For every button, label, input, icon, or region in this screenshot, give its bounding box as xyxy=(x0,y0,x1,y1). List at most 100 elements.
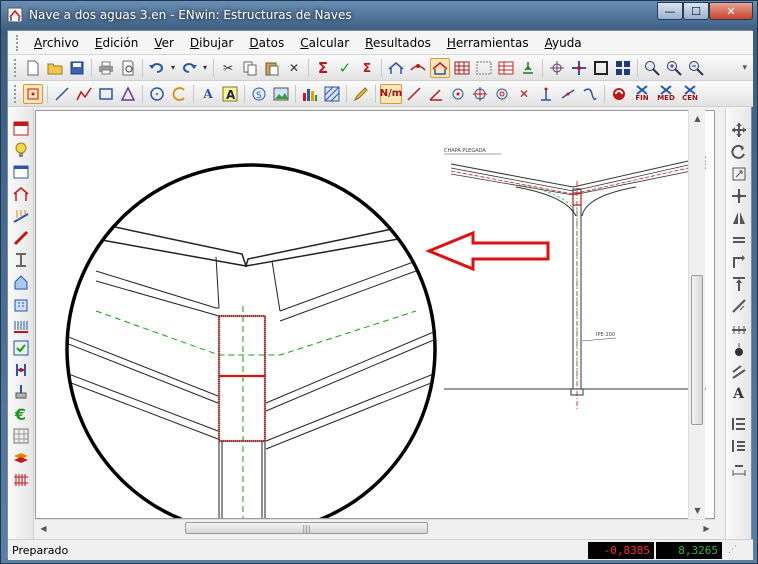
menu-calcular[interactable]: Calcular xyxy=(292,36,357,50)
zoom-icon[interactable] xyxy=(642,58,662,78)
delete-icon[interactable]: ✕ xyxy=(284,58,304,78)
list-icon[interactable] xyxy=(729,414,749,434)
snap-perpendicular-icon[interactable] xyxy=(536,84,556,104)
building-icon[interactable] xyxy=(11,294,31,314)
trim-icon[interactable] xyxy=(729,296,749,316)
menu-ayuda[interactable]: Ayuda xyxy=(537,36,590,50)
snap-center-button[interactable]: CEN xyxy=(679,84,701,104)
lightbulb-icon[interactable] xyxy=(11,140,31,160)
cut-icon[interactable]: ✂ xyxy=(218,58,238,78)
polyline-icon[interactable] xyxy=(74,84,94,104)
zoom-out-icon[interactable] xyxy=(686,58,706,78)
snap-free-icon[interactable] xyxy=(580,84,600,104)
redo-dropdown-icon[interactable]: ▾ xyxy=(201,58,209,78)
move-cross-icon[interactable] xyxy=(729,186,749,206)
framed-text-icon[interactable]: A xyxy=(220,84,240,104)
menu-ver[interactable]: Ver xyxy=(146,36,182,50)
menu-archivo[interactable]: Archivo xyxy=(26,36,87,50)
print-preview-icon[interactable] xyxy=(118,58,138,78)
grid-icon[interactable] xyxy=(452,58,472,78)
print-icon[interactable] xyxy=(96,58,116,78)
roof-frame-icon[interactable] xyxy=(430,57,450,78)
snap-mid-button[interactable]: MED xyxy=(655,84,677,104)
table-icon[interactable] xyxy=(496,58,516,78)
properties-icon[interactable] xyxy=(729,436,749,456)
bar-chart-icon[interactable] xyxy=(300,84,320,104)
house-icon[interactable] xyxy=(11,272,31,292)
connection-icon[interactable] xyxy=(11,360,31,380)
point-icon[interactable] xyxy=(729,340,749,360)
close-button[interactable]: ✕ xyxy=(709,2,753,20)
maximize-button[interactable]: ☐ xyxy=(683,2,709,20)
image-icon[interactable] xyxy=(271,84,291,104)
zoom-in-icon[interactable] xyxy=(664,58,684,78)
rectangle-icon[interactable] xyxy=(96,84,116,104)
mesh-icon[interactable] xyxy=(11,426,31,446)
distributed-load-icon[interactable] xyxy=(11,316,31,336)
column-icon[interactable] xyxy=(11,250,31,270)
support-icon[interactable] xyxy=(518,58,538,78)
undo-icon[interactable] xyxy=(147,58,167,78)
save-icon[interactable] xyxy=(67,58,87,78)
hatch-icon[interactable] xyxy=(322,84,342,104)
circle-icon[interactable] xyxy=(147,84,167,104)
window-frame-icon[interactable] xyxy=(591,58,611,78)
menu-dibujar[interactable]: Dibujar xyxy=(182,36,241,50)
line-icon[interactable] xyxy=(52,84,72,104)
deformed-icon[interactable] xyxy=(408,58,428,78)
vertical-scroll-thumb[interactable] xyxy=(691,275,703,425)
menu-edicion[interactable]: Edición xyxy=(87,36,146,50)
snap-center-icon[interactable] xyxy=(448,84,468,104)
pan-icon[interactable] xyxy=(729,120,749,140)
array-icon[interactable] xyxy=(729,318,749,338)
units-nm-button[interactable]: N/m xyxy=(380,83,402,104)
snap-line-icon[interactable] xyxy=(404,84,424,104)
toolbar-grip-icon[interactable] xyxy=(14,58,18,77)
rebar-icon[interactable] xyxy=(11,470,31,490)
copy-icon[interactable] xyxy=(240,58,260,78)
budget-euro-icon[interactable]: € xyxy=(11,404,31,424)
open-folder-icon[interactable] xyxy=(45,58,65,78)
title-bar[interactable]: Nave a dos aguas 3.en - ENwin: Estructur… xyxy=(1,1,758,29)
snap-nearest-icon[interactable] xyxy=(558,84,578,104)
symbol-icon[interactable]: S xyxy=(249,84,269,104)
scroll-up-icon[interactable]: ▲ xyxy=(689,110,706,127)
menu-datos[interactable]: Datos xyxy=(241,36,292,50)
menu-resultados[interactable]: Resultados xyxy=(357,36,439,50)
scale-icon[interactable] xyxy=(729,164,749,184)
chamfer-icon[interactable] xyxy=(729,362,749,382)
text-edit-icon[interactable]: A xyxy=(729,384,749,404)
move-icon[interactable] xyxy=(569,58,589,78)
minimize-button[interactable]: — xyxy=(657,2,683,20)
scroll-right-icon[interactable]: ▶ xyxy=(698,520,715,537)
horizontal-scrollbar[interactable]: ◀ ||| ▶ xyxy=(35,519,715,536)
scroll-left-icon[interactable]: ◀ xyxy=(35,520,52,537)
mirror-icon[interactable] xyxy=(729,208,749,228)
horizontal-scroll-thumb[interactable]: ||| xyxy=(185,522,428,534)
snap-angle-icon[interactable] xyxy=(426,84,446,104)
redo-icon[interactable] xyxy=(179,58,199,78)
menu-herramientas[interactable]: Herramientas xyxy=(439,36,537,50)
check-results-icon[interactable] xyxy=(11,338,31,358)
paste-icon[interactable] xyxy=(262,58,282,78)
offset-icon[interactable] xyxy=(729,252,749,272)
calendar-icon[interactable] xyxy=(11,118,31,138)
dimension-icon[interactable] xyxy=(729,458,749,478)
frame-icon[interactable] xyxy=(386,58,406,78)
rotate-icon[interactable] xyxy=(729,142,749,162)
extend-icon[interactable] xyxy=(729,274,749,294)
pencil-icon[interactable] xyxy=(351,84,371,104)
loads-icon[interactable] xyxy=(11,206,31,226)
layers-icon[interactable] xyxy=(11,448,31,468)
text-icon[interactable]: A xyxy=(198,84,218,104)
foundation-icon[interactable] xyxy=(11,382,31,402)
snap-magnet-icon[interactable] xyxy=(609,84,629,104)
undo-dropdown-icon[interactable]: ▾ xyxy=(169,58,177,78)
tile-view-icon[interactable] xyxy=(613,58,633,78)
toolbar-overflow-icon[interactable]: ▾ xyxy=(742,63,747,73)
dotted-grid-icon[interactable] xyxy=(474,58,494,78)
snap-tangent-icon[interactable] xyxy=(492,84,512,104)
snap-end-button[interactable]: FIN xyxy=(631,84,653,104)
scroll-down-icon[interactable]: ▼ xyxy=(689,502,706,519)
check-icon[interactable]: ✓ xyxy=(335,58,355,78)
